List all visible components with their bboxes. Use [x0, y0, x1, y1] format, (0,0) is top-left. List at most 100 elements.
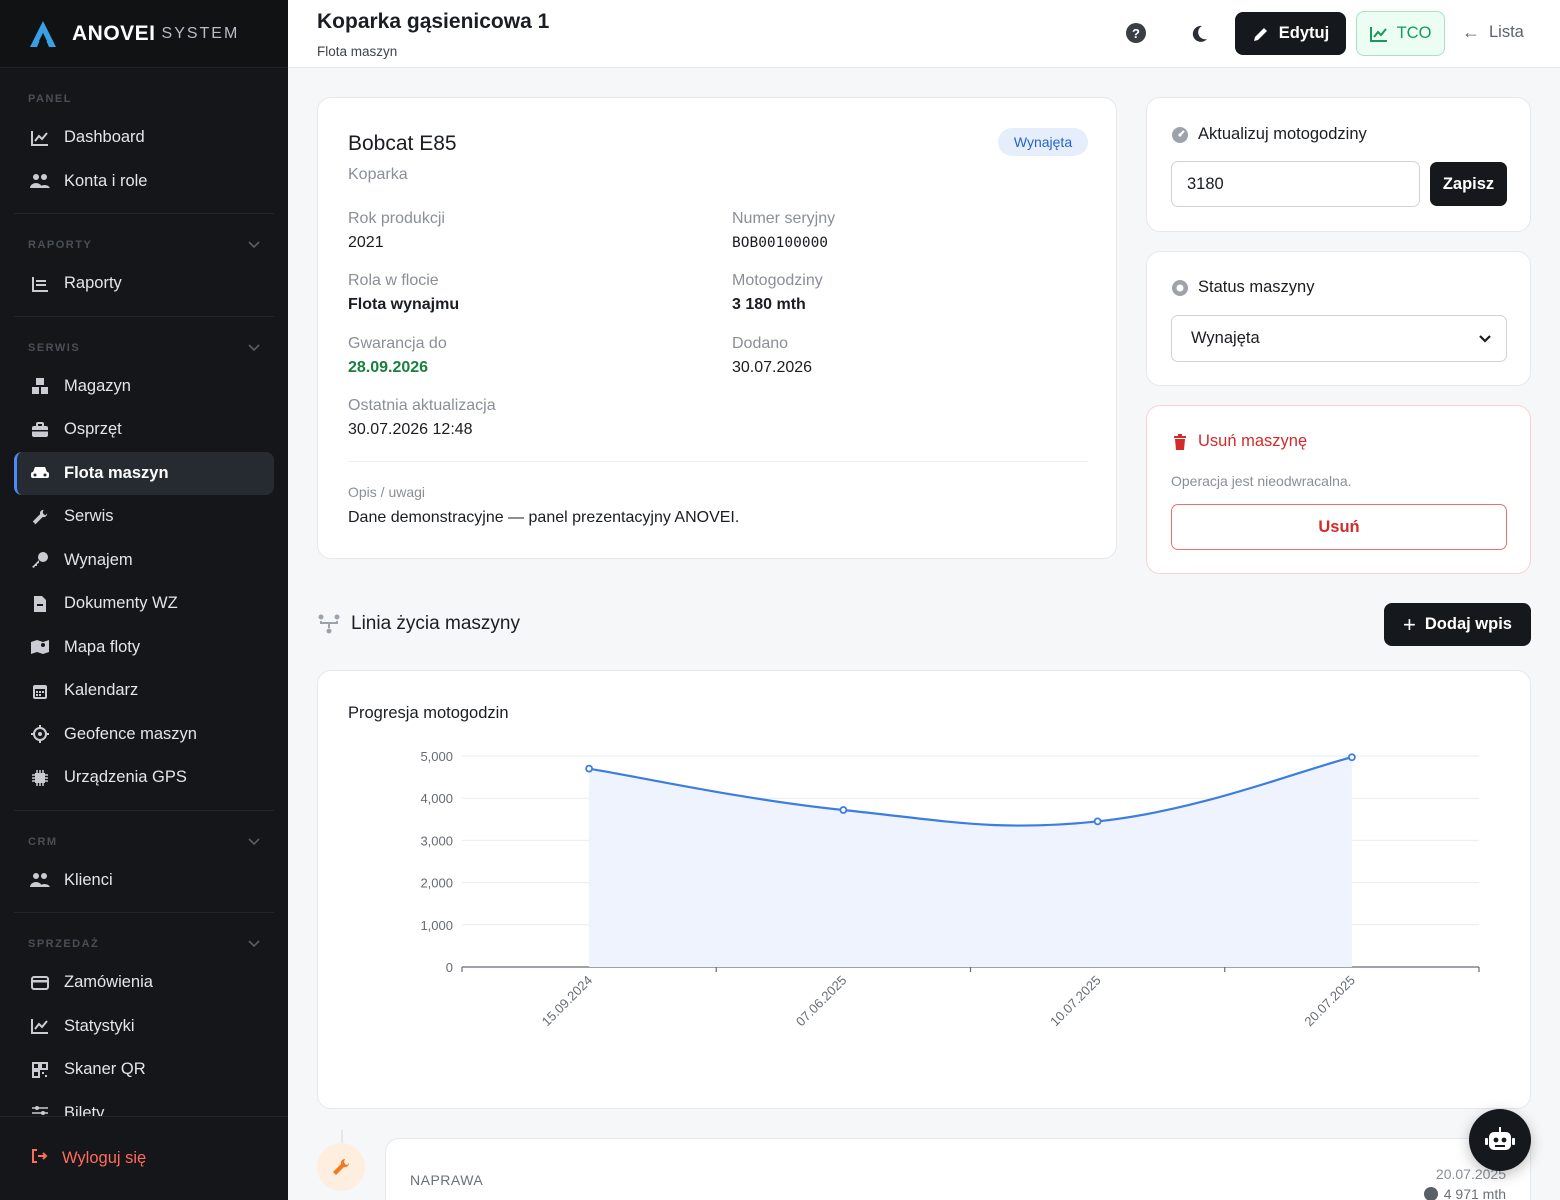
- save-button[interactable]: Zapisz: [1430, 162, 1507, 206]
- sidebar-item-urządzenia-gps[interactable]: Urządzenia GPS: [14, 756, 274, 800]
- sidebar-item-raporty[interactable]: Raporty: [14, 262, 274, 306]
- divider: [348, 461, 1088, 462]
- chip-icon: [30, 768, 50, 788]
- back-to-list-link[interactable]: ← Lista: [1462, 22, 1524, 43]
- sidebar-section-header: PANEL: [14, 82, 274, 116]
- sidebar-item-label: Flota maszyn: [64, 463, 169, 482]
- year-value: 2021: [348, 234, 384, 251]
- sidebar-item-flota-maszyn[interactable]: Flota maszyn: [14, 451, 274, 495]
- sidebar-item-kalendarz[interactable]: Kalendarz: [14, 669, 274, 713]
- sidebar-item-label: Statystyki: [64, 1016, 135, 1035]
- toolbox-icon: [30, 420, 50, 440]
- sidebar-item-dashboard[interactable]: Dashboard: [14, 116, 274, 160]
- edit-button[interactable]: Edytuj: [1235, 12, 1346, 55]
- data-point: [1093, 817, 1102, 826]
- wrench-icon: [333, 1158, 350, 1175]
- list-label: Lista: [1489, 23, 1524, 41]
- sidebar-item-osprzęt[interactable]: Osprzęt: [14, 408, 274, 452]
- card-icon: [30, 973, 50, 993]
- trash-icon: [1174, 433, 1186, 450]
- sidebar-section-header[interactable]: SERWIS: [14, 331, 274, 365]
- logout-icon: [30, 1147, 48, 1170]
- sidebar-item-label: Serwis: [64, 507, 114, 526]
- sidebar-item-label: Raporty: [64, 274, 122, 293]
- sidebar-section-title: SERWIS: [28, 341, 81, 354]
- y-tick-label: 5,000: [420, 749, 453, 764]
- sidebar-item-label: Urządzenia GPS: [64, 768, 187, 787]
- robot-icon: [1485, 1127, 1515, 1150]
- sidebar-item-label: Skaner QR: [64, 1060, 146, 1079]
- update-hours-title: Aktualizuj motogodziny: [1171, 125, 1367, 144]
- key-icon: [30, 550, 50, 570]
- sidebar-item-magazyn[interactable]: Magazyn: [14, 365, 274, 409]
- delete-button[interactable]: Usuń: [1171, 504, 1507, 550]
- role-label: Rola w flocie: [348, 272, 439, 289]
- status-select[interactable]: Wynajęta: [1171, 315, 1507, 362]
- tco-button[interactable]: TCO: [1356, 11, 1445, 56]
- sidebar-item-label: Mapa floty: [64, 637, 141, 656]
- sidebar-section-title: RAPORTY: [28, 239, 93, 251]
- machine-details-card: Bobcat E85 Koparka Wynajęta Rok produkcj…: [317, 97, 1117, 559]
- y-tick-label: 3,000: [420, 833, 453, 848]
- notes-label: Opis / uwagi: [348, 484, 426, 500]
- y-tick-label: 4,000: [420, 791, 453, 806]
- page-title: Koparka gąsienicowa 1: [317, 10, 550, 33]
- sidebar-item-dokumenty-wz[interactable]: Dokumenty WZ: [14, 582, 274, 626]
- hours-input[interactable]: [1171, 161, 1420, 207]
- machine-type: Koparka: [348, 166, 408, 183]
- sidebar-item-mapa-floty[interactable]: Mapa floty: [14, 626, 274, 670]
- updated-label: Ostatnia aktualizacja: [348, 397, 496, 414]
- gauge-icon: [1172, 126, 1188, 143]
- add-entry-button[interactable]: + Dodaj wpis: [1384, 603, 1531, 646]
- chevron-down-icon: [248, 835, 260, 849]
- sidebar-item-skaner-qr[interactable]: Skaner QR: [14, 1048, 274, 1092]
- sidebar-item-serwis[interactable]: Serwis: [14, 495, 274, 539]
- hours-label: Motogodziny: [732, 272, 823, 289]
- crosshair-icon: [30, 724, 50, 744]
- update-hours-card: Aktualizuj motogodziny Zapisz: [1146, 97, 1531, 232]
- logout-button[interactable]: Wyloguj się: [0, 1116, 288, 1200]
- sidebar: ANOVEI SYSTEM PANEL Dashboard Konta i role…: [0, 0, 288, 1200]
- chart-line-icon: [30, 1016, 50, 1036]
- users-icon: [30, 171, 50, 191]
- sidebar-item-zamówienia[interactable]: Zamówienia: [14, 961, 274, 1005]
- sidebar-item-statystyki[interactable]: Statystyki: [14, 1005, 274, 1049]
- radio-dot-icon: [1172, 279, 1188, 296]
- sidebar-section-header[interactable]: RAPORTY: [14, 228, 274, 262]
- brand[interactable]: ANOVEI SYSTEM: [0, 0, 288, 68]
- calendar-icon: [30, 681, 50, 701]
- brand-suffix: SYSTEM: [161, 24, 240, 42]
- entry-hours: 4 971 mth: [1423, 1186, 1506, 1200]
- sidebar-item-wynajem[interactable]: Wynajem: [14, 539, 274, 583]
- help-icon[interactable]: ?: [1126, 23, 1146, 43]
- list-icon: [30, 274, 50, 294]
- sidebar-section: RAPORTY Raporty: [14, 213, 274, 316]
- entry-type: NAPRAWA: [410, 1172, 484, 1188]
- year-label: Rok produkcji: [348, 210, 445, 227]
- add-entry-label: Dodaj wpis: [1424, 615, 1512, 633]
- x-tick-label: 20.07.2025: [1301, 973, 1358, 1030]
- status-badge: Wynajęta: [998, 128, 1088, 156]
- timeline-line: [341, 1130, 343, 1143]
- sidebar-item-konta-i-role[interactable]: Konta i role: [14, 160, 274, 204]
- chart-line-icon: [30, 128, 50, 148]
- sidebar-item-klienci[interactable]: Klienci: [14, 859, 274, 903]
- added-value: 30.07.2026: [732, 359, 813, 376]
- wrench-icon: [30, 507, 50, 527]
- timeline-entry-card[interactable]: NAPRAWA 20.07.2025 4 971 mth: [385, 1138, 1531, 1200]
- sidebar-section: SERWIS Magazyn Osprzęt Flota maszyn Serwis Wy…: [14, 315, 274, 810]
- sidebar-item-geofence-maszyn[interactable]: Geofence maszyn: [14, 713, 274, 757]
- anovei-logo-icon: [30, 20, 56, 47]
- moon-icon[interactable]: [1188, 23, 1210, 45]
- data-point: [839, 806, 848, 814]
- lifeline-title: Linia życia maszyny: [351, 613, 520, 634]
- warranty-value: 28.09.2026: [348, 359, 429, 376]
- sidebar-section-header[interactable]: CRM: [14, 825, 274, 859]
- top-header: Koparka gąsienicowa 1 Flota maszyn ? Edy…: [288, 0, 1560, 68]
- assistant-bot-button[interactable]: [1469, 1109, 1531, 1171]
- sidebar-item-label: Dashboard: [64, 128, 145, 147]
- update-hours-title-text: Aktualizuj motogodziny: [1198, 125, 1367, 143]
- x-tick-label: 07.06.2025: [793, 973, 850, 1030]
- car-icon: [30, 463, 50, 483]
- sidebar-section-header[interactable]: SPRZEDAŻ: [14, 927, 274, 961]
